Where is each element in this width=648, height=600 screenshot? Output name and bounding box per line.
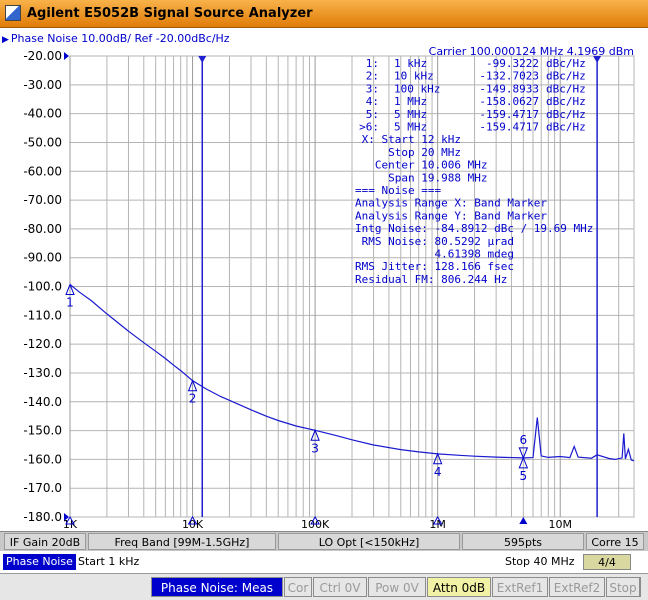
y-tick-label: -170.0	[23, 481, 62, 495]
corr-status[interactable]: Corre 15	[586, 533, 644, 550]
y-tick-label: -20.00	[23, 49, 62, 63]
y-tick-label: -180.0	[23, 510, 62, 524]
title-bar: Agilent E5052B Signal Source Analyzer	[0, 0, 648, 28]
marker-table-value: -158.0627	[479, 95, 539, 108]
marker-table-unit: dBc/Hz	[546, 57, 586, 70]
analysis-line: RMS Noise: 80.5292 µrad	[355, 235, 514, 248]
marker-table-freq: 100 kHz	[394, 82, 440, 95]
analysis-line: Stop 20 MHz	[355, 146, 461, 159]
marker-table-freq: 10 kHz	[394, 70, 434, 83]
marker-table-freq: 5 MHz	[394, 108, 427, 121]
trace-active-icon: ▶	[2, 35, 9, 45]
marker-table-value: -159.4717	[479, 108, 539, 121]
analysis-line: RMS Jitter: 128.166 fsec	[355, 260, 514, 273]
analysis-line: X: Start 12 kHz	[355, 133, 461, 146]
pow-status-button[interactable]: Pow 0V	[368, 577, 426, 597]
analysis-line: Intg Noise: -84.8912 dBc / 19.69 MHz	[355, 222, 593, 235]
lo-opt-status[interactable]: LO Opt [<150kHz]	[278, 533, 460, 550]
start-frequency[interactable]: Start 1 kHz	[78, 554, 139, 570]
y-tick-label: -160.0	[23, 452, 62, 466]
marker-table-unit: dBc/Hz	[546, 70, 586, 83]
marker-label: 3	[311, 441, 319, 455]
marker-table-id: >6:	[359, 121, 379, 134]
status-bar-sweep: Phase Noise Start 1 kHz Stop 40 MHz 4/4	[0, 552, 648, 572]
y-tick-label: -70.00	[23, 193, 62, 207]
marker-table-freq: 1 kHz	[394, 57, 427, 70]
attn-status-button[interactable]: Attn 0dB	[427, 577, 491, 597]
active-marker-indicator-icon	[519, 517, 528, 524]
status-bar-settings: IF Gain 20dB Freq Band [99M-1.5GHz] LO O…	[0, 531, 648, 551]
y-tick-label: -100.0	[23, 280, 62, 294]
y-tick-label: -130.0	[23, 366, 62, 380]
y-tick-label: -140.0	[23, 395, 62, 409]
freq-band-status[interactable]: Freq Band [99M-1.5GHz]	[88, 533, 276, 550]
marker-table-unit: dBc/Hz	[546, 121, 586, 134]
y-tick-label: -40.00	[23, 107, 62, 121]
window-title: Agilent E5052B Signal Source Analyzer	[27, 6, 313, 21]
marker-table-value: -149.8933	[479, 82, 539, 95]
channel-label[interactable]: Phase Noise	[3, 554, 76, 570]
marker-table-id: 3:	[366, 82, 379, 95]
phase-noise-chart[interactable]: -20.00 -30.00 -40.00 -50.00 -60.00 -70.00 -80.…	[0, 46, 648, 530]
x-tick-label: 10M	[548, 518, 572, 530]
marker-table-id: 2:	[366, 70, 379, 83]
marker-table-id: 1:	[366, 57, 379, 70]
analysis-line: Center 10.006 MHz	[355, 159, 487, 172]
marker-table-value: -159.4717	[479, 121, 539, 134]
ctrl-status-button[interactable]: Ctrl 0V	[313, 577, 367, 597]
marker-table-id: 5:	[366, 108, 379, 121]
cor-status-button[interactable]: Cor	[284, 577, 312, 597]
y-tick-label: -30.00	[23, 78, 62, 92]
y-tick-label: -80.00	[23, 222, 62, 236]
extref1-status-button[interactable]: ExtRef1	[492, 577, 548, 597]
points-status[interactable]: 595pts	[462, 533, 584, 550]
analysis-line: Residual FM: 806.244 Hz	[355, 273, 507, 286]
scroll-icon	[640, 577, 648, 597]
y-tick-label: -150.0	[23, 424, 62, 438]
meas-status-button[interactable]: Phase Noise: Meas	[151, 577, 283, 597]
app-icon	[5, 5, 21, 21]
marker-table-unit: dBc/Hz	[546, 82, 586, 95]
y-tick-label: -50.00	[23, 135, 62, 149]
right-margin	[635, 46, 648, 530]
marker-table-unit: dBc/Hz	[546, 95, 586, 108]
analysis-line: Span 19.988 MHz	[355, 171, 487, 184]
analysis-line: 4.61398 mdeg	[355, 248, 514, 261]
marker-label: 4	[434, 465, 442, 479]
analysis-line: Analysis Range Y: Band Marker	[355, 209, 547, 222]
analysis-line: === Noise ===	[355, 184, 441, 197]
y-tick-label: -60.00	[23, 164, 62, 178]
extref2-status-button[interactable]: ExtRef2	[549, 577, 605, 597]
status-bar-instrument: Phase Noise: Meas Cor Ctrl 0V Pow 0V Att…	[0, 573, 648, 600]
y-tick-label: -120.0	[23, 337, 62, 351]
average-count: 4/4	[583, 554, 631, 570]
analysis-line: Analysis Range X: Band Marker	[355, 197, 547, 210]
marker-table-freq: 1 MHz	[394, 95, 427, 108]
marker-label: 2	[189, 392, 197, 406]
trace-title[interactable]: ▶ Phase Noise 10.00dB/ Ref -20.00dBc/Hz	[0, 31, 230, 47]
trace-title-text: Phase Noise 10.00dB/ Ref -20.00dBc/Hz	[10, 32, 230, 45]
marker-table-freq: 5 MHz	[394, 121, 427, 134]
marker-table-id: 4:	[366, 95, 379, 108]
marker-label: 1	[66, 296, 74, 310]
stop-status-button[interactable]: Stop	[606, 577, 640, 597]
ref-level-arrow-icon	[64, 52, 69, 60]
marker-label: 5	[520, 469, 528, 483]
y-tick-label: -110.0	[23, 308, 62, 322]
if-gain-status[interactable]: IF Gain 20dB	[4, 533, 86, 550]
marker-label: 6	[520, 433, 528, 447]
y-tick-label: -90.00	[23, 251, 62, 265]
marker-table-unit: dBc/Hz	[546, 108, 586, 121]
marker-table-value: -99.3222	[486, 57, 539, 70]
marker-table-value: -132.7023	[479, 70, 539, 83]
stop-frequency[interactable]: Stop 40 MHz	[505, 554, 575, 570]
